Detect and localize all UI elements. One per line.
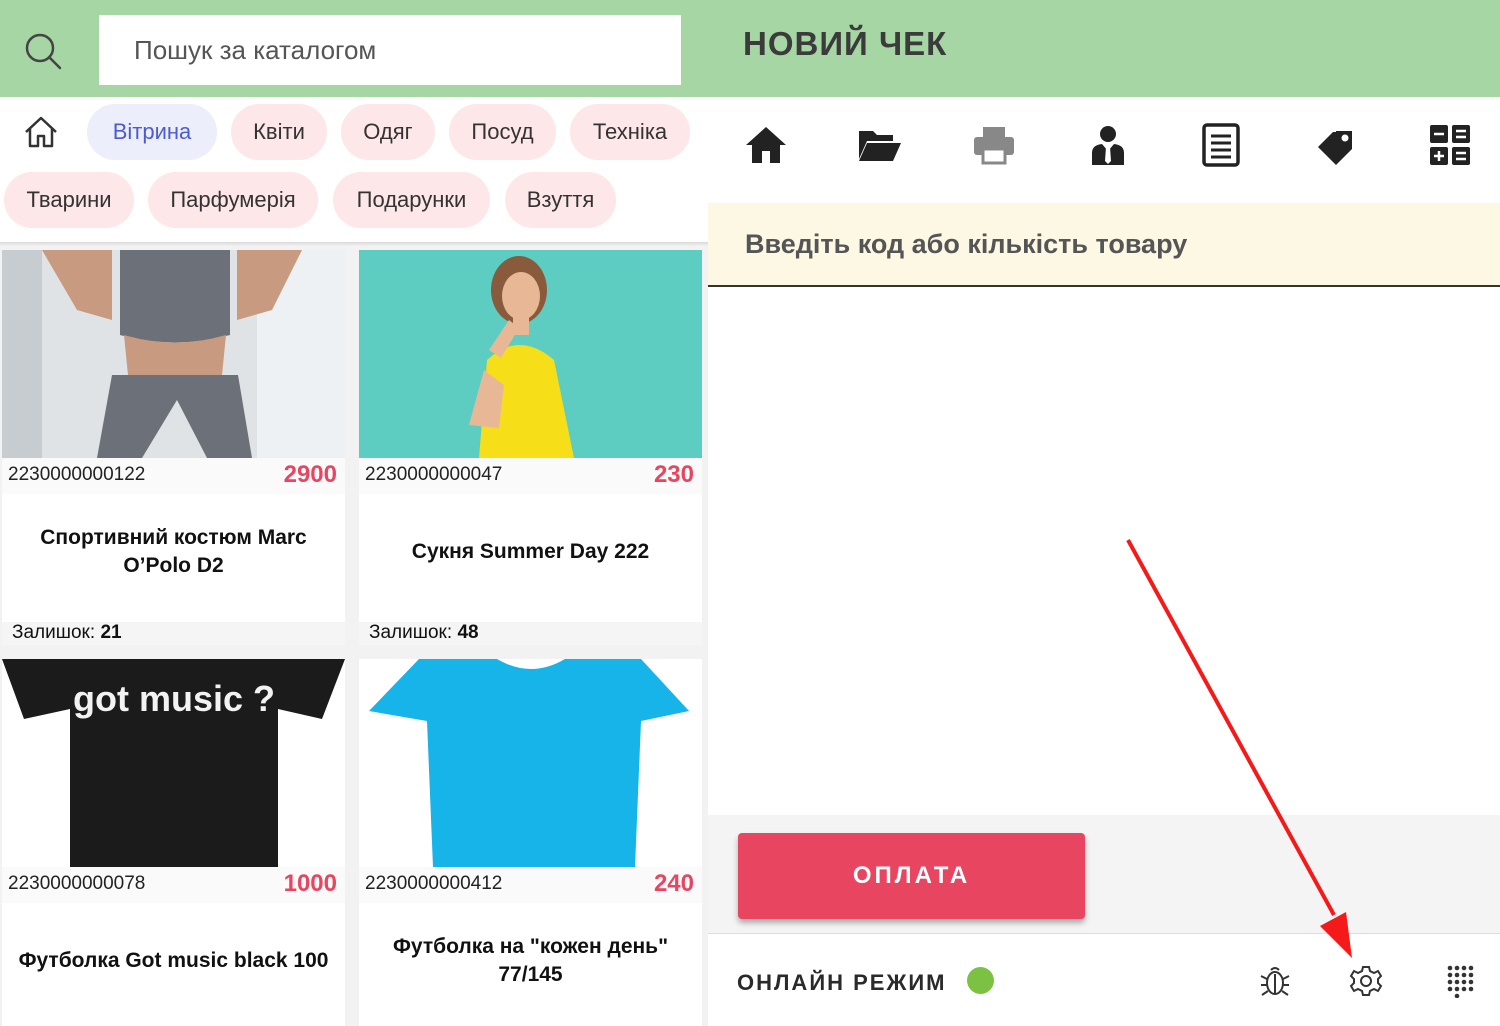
search-icon[interactable] xyxy=(22,30,64,72)
gear-icon[interactable] xyxy=(1349,964,1383,998)
product-price: 230 xyxy=(653,461,694,488)
product-price: 240 xyxy=(653,870,694,897)
page-title: НОВИЙ ЧЕК xyxy=(743,25,948,62)
product-meta: 2230000000122 2900 xyxy=(2,458,345,494)
code-input[interactable] xyxy=(708,203,1500,285)
product-name: Футболка на "кожен день" 77/145 xyxy=(392,934,669,986)
receipt-footer: ОПЛАТА ОНЛАЙН РЕЖИМ xyxy=(708,815,1500,1026)
printer-icon[interactable] xyxy=(972,123,1016,167)
online-status-dot xyxy=(967,967,994,994)
stock-value: 48 xyxy=(457,622,479,643)
category-chip-tvaryny[interactable]: Тварини xyxy=(4,172,134,228)
chip-label: Тварини xyxy=(26,187,112,212)
product-price: 2900 xyxy=(283,461,337,488)
product-price: 1000 xyxy=(283,870,337,897)
product-card[interactable]: 2230000000412 240 Футболка на "кожен ден… xyxy=(359,659,702,1026)
chip-label: Посуд xyxy=(471,119,534,144)
chip-label: Техніка xyxy=(592,119,668,144)
product-card[interactable]: got music ? 2230000000078 1000 Футболка … xyxy=(2,659,345,1026)
product-name: Спортивний костюм Marc O’Polo D2 xyxy=(40,525,307,577)
receipt-panel: ОПЛАТА ОНЛАЙН РЕЖИМ xyxy=(708,97,1500,1026)
document-icon[interactable] xyxy=(1199,123,1243,167)
product-card[interactable]: 2230000000122 2900 Спортивний костюм Mar… xyxy=(2,250,345,645)
home-icon[interactable] xyxy=(744,123,788,167)
category-chip-kvity[interactable]: Квіти xyxy=(231,104,327,160)
folder-open-icon[interactable] xyxy=(857,123,901,167)
stock-label: Залишок: xyxy=(369,622,453,643)
black-tshirt-photo: got music ? xyxy=(2,659,345,867)
search-input[interactable] xyxy=(99,15,681,85)
woman-sportswear-photo xyxy=(2,250,345,458)
tshirt-print-text: got music ? xyxy=(73,678,275,719)
chip-label: Парфумерія xyxy=(170,187,296,212)
status-bar: ОНЛАЙН РЕЖИМ xyxy=(708,933,1500,1026)
user-tie-icon[interactable] xyxy=(1086,123,1130,167)
bug-icon[interactable] xyxy=(1258,964,1292,998)
product-meta: 2230000000047 230 xyxy=(359,458,702,494)
category-bar: Вітрина Квіти Одяг Посуд Техніка Тварини… xyxy=(0,97,708,242)
product-code: 2230000000122 xyxy=(8,464,146,485)
calculator-icon[interactable] xyxy=(1428,123,1472,167)
chip-label: Взуття xyxy=(526,187,595,212)
category-chip-odiah[interactable]: Одяг xyxy=(341,104,435,160)
product-name: Сукня Summer Day 222 xyxy=(411,539,650,563)
category-chip-tekhnika[interactable]: Техніка xyxy=(570,104,690,160)
product-meta: 2230000000412 240 xyxy=(359,867,702,903)
stock-value: 21 xyxy=(100,622,122,643)
keypad-icon[interactable] xyxy=(1444,964,1478,999)
woman-yellow-dress-photo xyxy=(359,250,702,458)
tags-icon[interactable] xyxy=(1314,123,1358,167)
top-bar: НОВИЙ ЧЕК xyxy=(0,0,1500,97)
product-meta: 2230000000078 1000 xyxy=(2,867,345,903)
pay-button[interactable]: ОПЛАТА xyxy=(738,833,1085,919)
toolbar xyxy=(708,97,1500,203)
chip-label: Вітрина xyxy=(112,119,192,144)
chip-label: Одяг xyxy=(363,119,413,144)
product-card[interactable]: 2230000000047 230 Сукня Summer Day 222 З… xyxy=(359,250,702,645)
product-code: 2230000000078 xyxy=(8,873,146,894)
chip-label: Подарунки xyxy=(356,187,467,212)
category-chip-vitryna[interactable]: Вітрина xyxy=(87,104,217,160)
divider xyxy=(0,242,708,246)
online-mode-label: ОНЛАЙН РЕЖИМ xyxy=(737,970,947,995)
product-code: 2230000000412 xyxy=(365,873,503,894)
category-chip-vzuttia[interactable]: Взуття xyxy=(505,172,616,228)
code-entry xyxy=(708,203,1500,287)
blue-tshirt-photo xyxy=(359,659,702,867)
product-stock: Залишок: 21 xyxy=(2,622,345,645)
product-code: 2230000000047 xyxy=(365,464,503,485)
category-chip-parfumeriia[interactable]: Парфумерія xyxy=(148,172,318,228)
chip-label: Квіти xyxy=(253,119,305,144)
product-stock: Залишок: 48 xyxy=(359,622,702,645)
category-chip-podarunky[interactable]: Подарунки xyxy=(333,172,490,228)
stock-label: Залишок: xyxy=(12,622,96,643)
home-outline-icon[interactable] xyxy=(22,113,60,151)
category-chip-posud[interactable]: Посуд xyxy=(449,104,556,160)
product-name: Футболка Got music black 100 xyxy=(18,948,329,972)
catalog-panel: Вітрина Квіти Одяг Посуд Техніка Тварини… xyxy=(0,97,708,1026)
